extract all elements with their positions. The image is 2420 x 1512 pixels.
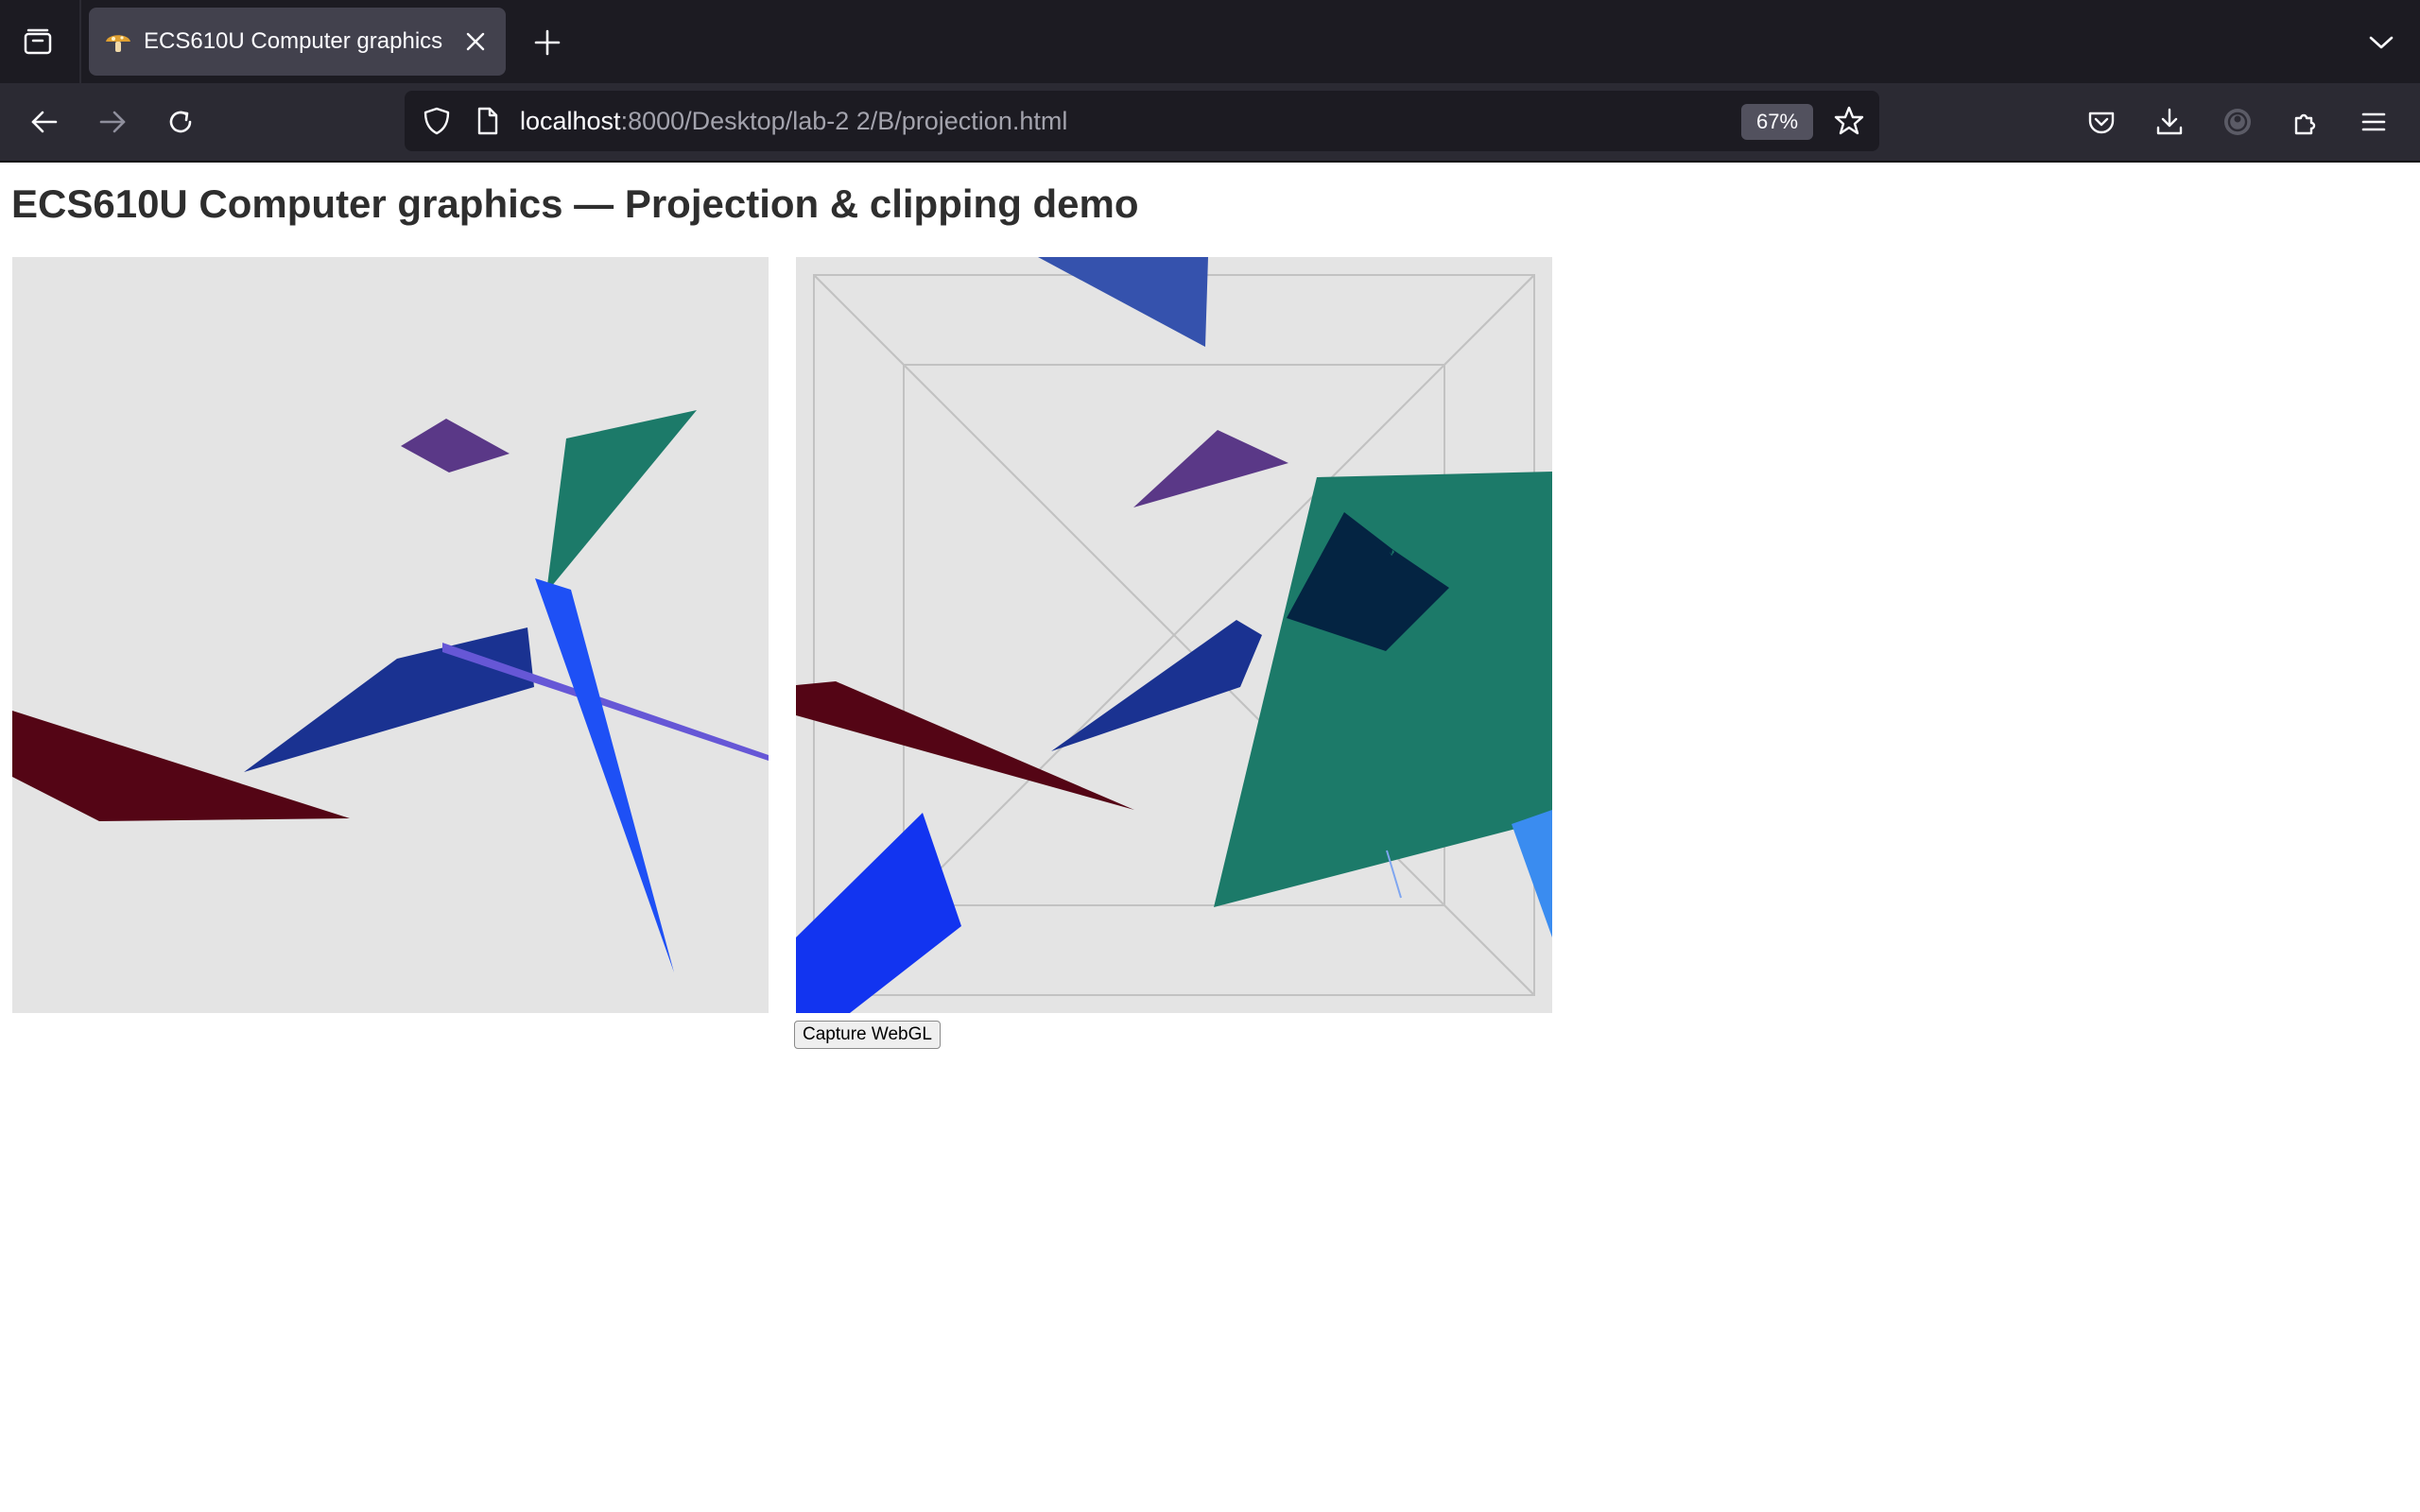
plus-icon [534, 29, 561, 56]
dark-blue-quad [244, 627, 534, 772]
menu-icon [2361, 112, 2386, 131]
star-icon [1834, 106, 1864, 135]
bright-blue-triangle [535, 578, 674, 972]
clipping-scene [796, 257, 1552, 1013]
url-text[interactable]: localhost:8000/Desktop/lab-2 2/B/project… [520, 106, 1067, 136]
tab-separator [79, 0, 81, 83]
capture-webgl-button[interactable]: Capture WebGL [794, 1021, 941, 1049]
download-icon [2156, 108, 2183, 135]
url-bar[interactable]: localhost:8000/Desktop/lab-2 2/B/project… [405, 91, 1879, 151]
tab-list-icon [24, 28, 52, 55]
projection-scene [12, 410, 769, 972]
close-icon [466, 32, 485, 51]
chevron-down-icon [2369, 36, 2394, 49]
clipping-canvas[interactable] [796, 257, 1552, 1013]
projection-canvas[interactable] [12, 257, 769, 1013]
zoom-level-button[interactable]: 67% [1741, 104, 1813, 140]
page-title: ECS610U Computer graphics — Projection &… [11, 181, 1139, 226]
close-tab-button[interactable] [457, 23, 494, 60]
sky-blue-triangle [1512, 810, 1552, 937]
bookmark-button[interactable] [1828, 100, 1870, 142]
account-button[interactable] [2214, 98, 2261, 146]
app-menu-button[interactable] [2350, 98, 2397, 146]
new-tab-button[interactable] [526, 21, 569, 64]
extensions-button[interactable] [2282, 98, 2329, 146]
site-info-button[interactable] [469, 102, 507, 140]
green-triangle [546, 410, 697, 593]
forward-button[interactable] [89, 98, 136, 146]
maroon-triangle [12, 711, 350, 821]
maroon-triangle [796, 681, 1134, 810]
pocket-icon [2088, 112, 2115, 134]
downloads-button[interactable] [2146, 98, 2193, 146]
extensions-icon [2294, 113, 2316, 135]
tab-list-button[interactable] [13, 21, 62, 62]
mid-blue-triangle [1038, 257, 1208, 347]
page-icon [477, 107, 498, 135]
green-quad [1214, 472, 1552, 907]
shield-icon [424, 107, 450, 135]
tab-bar: ECS610U Computer graphics [0, 0, 2420, 83]
pocket-button[interactable] [2078, 98, 2125, 146]
purple-triangle [1133, 430, 1288, 507]
list-all-tabs-button[interactable] [2360, 21, 2403, 64]
back-button[interactable] [21, 98, 68, 146]
navigation-toolbar: localhost:8000/Desktop/lab-2 2/B/project… [0, 83, 2420, 163]
url-host: localhost [520, 107, 621, 135]
forward-arrow-icon [99, 111, 126, 133]
account-icon [2224, 109, 2251, 135]
vivid-blue-quad [796, 813, 961, 1013]
url-path: :8000/Desktop/lab-2 2/B/projection.html [620, 107, 1068, 135]
back-arrow-icon [31, 111, 58, 133]
purple-triangle [401, 419, 510, 472]
mushroom-icon [106, 35, 130, 52]
tab-title: ECS610U Computer graphics [144, 28, 443, 54]
reload-icon [169, 111, 192, 133]
reload-button[interactable] [157, 98, 204, 146]
tracking-protection-button[interactable] [418, 102, 456, 140]
active-tab[interactable]: ECS610U Computer graphics [89, 8, 506, 76]
dark-blue-triangle [1051, 620, 1262, 751]
